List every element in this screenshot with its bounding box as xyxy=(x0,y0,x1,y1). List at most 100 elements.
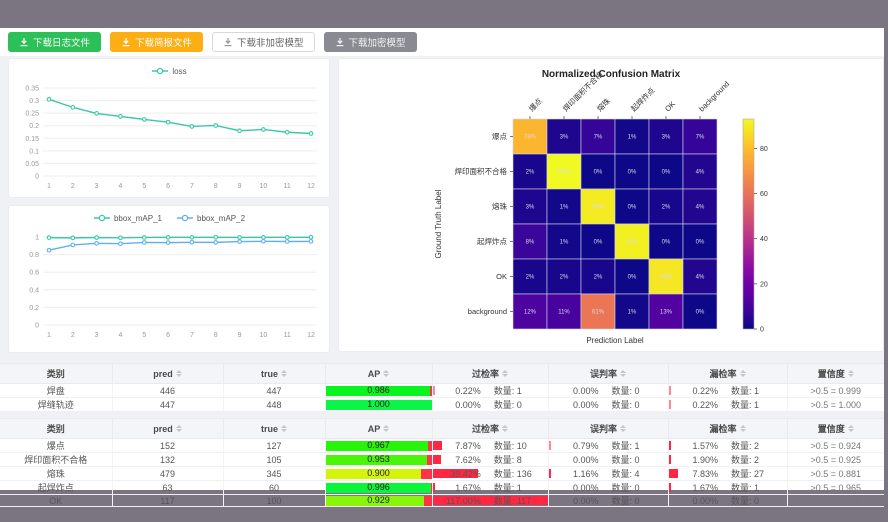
ap-value: 0.986 xyxy=(326,385,432,396)
rate-percent: 0.22% xyxy=(433,386,481,396)
svg-text:1%: 1% xyxy=(560,205,569,211)
svg-text:0: 0 xyxy=(35,323,39,330)
svg-text:3%: 3% xyxy=(662,135,671,141)
svg-text:0.4: 0.4 xyxy=(29,287,39,294)
svg-text:90%: 90% xyxy=(592,205,605,211)
cell-over-rate: 39.42%数量: 136 xyxy=(432,467,548,481)
rate-percent: 39.42% xyxy=(433,469,481,479)
cell-confidence: >0.5 = 0.940 xyxy=(787,495,884,507)
cell-misjudge-rate: 0.79% 数量: 1 xyxy=(548,439,668,453)
rate-count: 数量: 117 xyxy=(494,494,531,507)
rate-percent: 0.00% xyxy=(549,496,599,506)
cell-over-rate: 0.22% 数量: 1 xyxy=(432,384,548,398)
rate-count: 数量: 0 xyxy=(611,384,639,397)
cell-miss-rate: 1.67%数量: 1 xyxy=(668,481,787,495)
cell-misjudge-rate: 0.00%数量: 0 xyxy=(548,453,668,467)
col-header-over[interactable]: 过检率 xyxy=(432,419,548,439)
col-header-pred[interactable]: pred xyxy=(112,364,223,384)
cell-over-rate: 7.62%数量: 8 xyxy=(432,453,548,467)
cell-true: 447 xyxy=(223,384,325,398)
cell-confidence: >0.5 = 1.000 xyxy=(787,398,884,412)
defect-classes-table: 类别predtrueAP过检率误判率漏检率置信度爆点1521270.9677.8… xyxy=(0,418,884,507)
svg-text:4%: 4% xyxy=(696,205,705,211)
rate-percent: 7.83% xyxy=(669,469,719,479)
svg-text:OK: OK xyxy=(496,272,507,281)
download-report-file-button[interactable]: 下载简报文件 xyxy=(110,32,203,52)
col-header-mis[interactable]: 误判率 xyxy=(548,364,668,384)
svg-text:0%: 0% xyxy=(662,170,671,176)
svg-text:8: 8 xyxy=(214,332,218,339)
rate-percent: 0.79% xyxy=(549,441,599,451)
rate-count: 数量: 1 xyxy=(494,481,522,494)
cell-ap: 0.929 xyxy=(325,495,432,507)
download-icon xyxy=(335,37,345,47)
sort-icon xyxy=(383,370,389,377)
col-header-mis[interactable]: 误判率 xyxy=(548,419,668,439)
svg-text:5: 5 xyxy=(142,332,146,339)
download-encrypted-model-button[interactable]: 下载加密模型 xyxy=(324,32,417,52)
svg-text:40: 40 xyxy=(760,236,768,243)
col-header-miss[interactable]: 漏检率 xyxy=(668,419,787,439)
download-unencrypted-model-button[interactable]: 下载非加密模型 xyxy=(212,32,315,52)
col-header-true[interactable]: true xyxy=(223,364,325,384)
rate-percent: 0.22% xyxy=(669,400,719,410)
cell-true: 345 xyxy=(223,467,325,481)
confusion-matrix-ylabel: Ground Truth Label xyxy=(434,178,444,270)
download-icon xyxy=(121,37,131,47)
col-header-miss[interactable]: 漏检率 xyxy=(668,364,787,384)
cell-misjudge-rate: 1.16%数量: 4 xyxy=(548,467,668,481)
col-header-label: true xyxy=(261,424,278,434)
svg-text:1: 1 xyxy=(47,332,51,339)
cell-pred: 63 xyxy=(112,481,223,495)
download-toolbar: 下载日志文件下载简报文件下载非加密模型下载加密模型 xyxy=(0,28,884,56)
cell-confidence: >0.5 = 0.925 xyxy=(787,453,884,467)
download-log-file-button[interactable]: 下载日志文件 xyxy=(8,32,101,52)
cell-true: 127 xyxy=(223,439,325,453)
cell-over-rate: 1.67%数量: 1 xyxy=(432,481,548,495)
map-chart-legend: bbox_mAP_1bbox_mAP_2 xyxy=(9,206,329,226)
svg-text:3%: 3% xyxy=(560,135,569,141)
weld-summary-table: 类别predtrueAP过检率误判率漏检率置信度焊盘4464470.9860.2… xyxy=(0,363,884,412)
cell-confidence: >0.5 = 0.999 xyxy=(787,384,884,398)
cell-misjudge-rate: 0.00% 数量: 0 xyxy=(548,384,668,398)
cell-ap: 0.900 xyxy=(325,467,432,481)
col-header-conf[interactable]: 置信度 xyxy=(787,419,884,439)
rate-count: 数量: 1 xyxy=(611,439,639,452)
col-header-label: pred xyxy=(153,369,173,379)
cell-true: 60 xyxy=(223,481,325,495)
rate-count: 数量: 1 xyxy=(494,384,522,397)
svg-text:20: 20 xyxy=(760,281,768,288)
rate-percent: 1.57% xyxy=(669,441,719,451)
cell-over-rate: 0.00%数量: 0 xyxy=(432,398,548,412)
col-header-pred[interactable]: pred xyxy=(112,419,223,439)
sort-icon xyxy=(848,425,854,432)
col-header-over[interactable]: 过检率 xyxy=(432,364,548,384)
col-header-label: 误判率 xyxy=(590,422,617,435)
cell-misjudge-rate: 0.00% 数量: 0 xyxy=(548,481,668,495)
col-header-ap[interactable]: AP xyxy=(325,419,432,439)
rate-count: 数量: 27 xyxy=(731,467,764,480)
cell-pred: 447 xyxy=(112,398,223,412)
svg-text:12: 12 xyxy=(307,183,315,190)
col-header-ap[interactable]: AP xyxy=(325,364,432,384)
rate-percent: 0.00% xyxy=(433,400,481,410)
cell-ap: 0.967 xyxy=(325,439,432,453)
cell-miss-rate: 0.00%数量: 0 xyxy=(668,495,787,507)
svg-text:2: 2 xyxy=(71,183,75,190)
rate-count: 数量: 1 xyxy=(731,398,759,411)
svg-text:80: 80 xyxy=(760,146,768,153)
cell-ap: 0.996 xyxy=(325,481,432,495)
rate-count: 数量: 0 xyxy=(731,494,759,507)
legend-item-bbox_mAP_2: bbox_mAP_2 xyxy=(176,213,245,223)
table-row: 焊印面积不合格1321050.9537.62%数量: 80.00%数量: 01.… xyxy=(0,453,884,467)
col-header-true[interactable]: true xyxy=(223,419,325,439)
rate-percent: 0.00% xyxy=(549,386,599,396)
sort-icon xyxy=(383,425,389,432)
rate-count: 数量: 0 xyxy=(611,481,639,494)
col-header-conf[interactable]: 置信度 xyxy=(787,364,884,384)
svg-text:0.2: 0.2 xyxy=(29,305,39,312)
rate-percent: 0.00% xyxy=(549,483,599,493)
svg-text:93%: 93% xyxy=(558,170,571,176)
svg-text:爆点: 爆点 xyxy=(526,95,544,113)
svg-text:7: 7 xyxy=(190,183,194,190)
